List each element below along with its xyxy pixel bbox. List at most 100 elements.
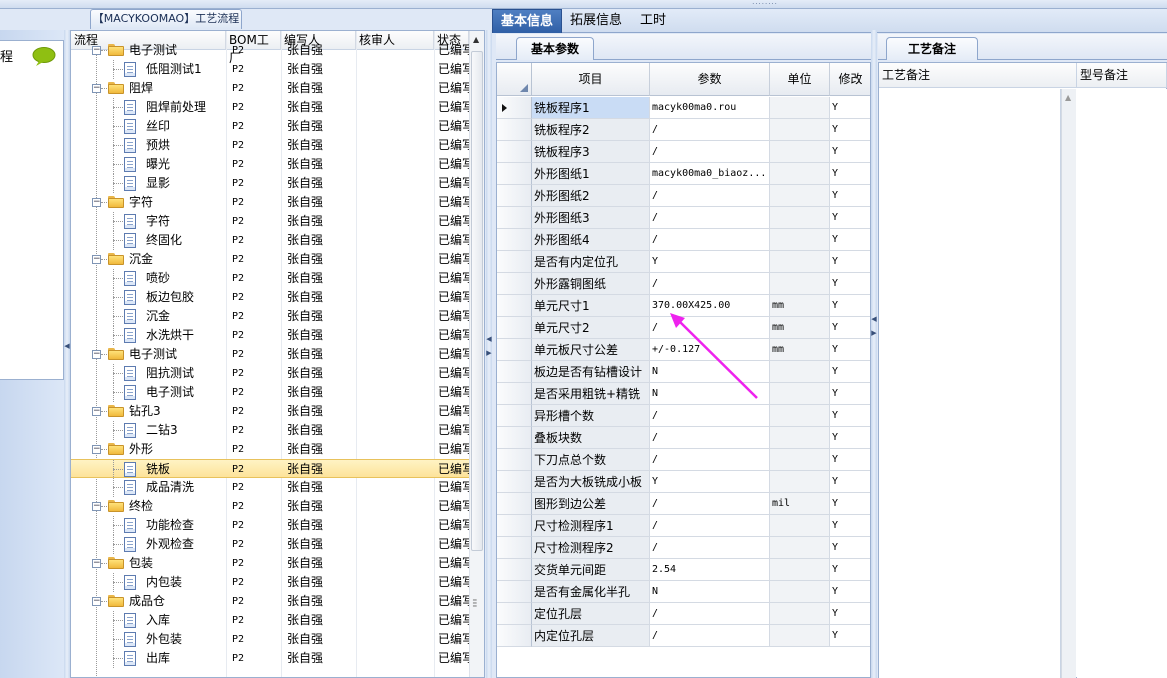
param-modify-cell[interactable]: Y xyxy=(830,163,870,185)
row-header[interactable] xyxy=(497,317,532,339)
param-modify-cell[interactable]: Y xyxy=(830,141,870,163)
param-item-cell[interactable]: 图形到边公差 xyxy=(532,493,650,515)
param-value-cell[interactable]: macyk00ma0.rou xyxy=(650,97,770,119)
param-item-cell[interactable]: 单元板尺寸公差 xyxy=(532,339,650,361)
param-value-cell[interactable]: macyk00ma0_biaoz... xyxy=(650,163,770,185)
param-modify-cell[interactable]: Y xyxy=(830,471,870,493)
param-item-cell[interactable]: 是否采用粗铣+精铣 xyxy=(532,383,650,405)
process-notes-textarea[interactable] xyxy=(879,89,1061,678)
param-value-cell[interactable]: / xyxy=(650,493,770,515)
expand-toggle-icon[interactable]: − xyxy=(92,84,101,93)
param-item-cell[interactable]: 尺寸检测程序2 xyxy=(532,537,650,559)
row-header[interactable] xyxy=(497,625,532,647)
param-item-cell[interactable]: 外形露铜图纸 xyxy=(532,273,650,295)
param-modify-cell[interactable]: Y xyxy=(830,559,870,581)
param-modify-cell[interactable]: Y xyxy=(830,581,870,603)
param-value-cell[interactable]: / xyxy=(650,449,770,471)
param-value-cell[interactable]: / xyxy=(650,625,770,647)
param-value-cell[interactable]: 2.54 xyxy=(650,559,770,581)
splitter-grip[interactable]: ········ xyxy=(740,1,790,8)
param-value-cell[interactable]: / xyxy=(650,141,770,163)
tree-row[interactable]: 功能检查 P2 张自强 已编写 xyxy=(71,516,469,535)
tree-row[interactable]: 二钻3 P2 张自强 已编写 xyxy=(71,421,469,440)
tree-row[interactable]: 铣板 P2 张自强 已编写 xyxy=(71,459,469,479)
param-item-cell[interactable]: 交货单元间距 xyxy=(532,559,650,581)
param-unit-cell[interactable] xyxy=(770,449,830,471)
param-column-header[interactable]: 单位 xyxy=(770,63,830,96)
param-unit-cell[interactable] xyxy=(770,603,830,625)
tree-row[interactable]: − 成品仓 P2 张自强 已编写 xyxy=(71,592,469,611)
param-column-header[interactable]: 修改 xyxy=(830,63,870,96)
scroll-up-icon[interactable]: ▲ xyxy=(1065,93,1071,102)
param-value-cell[interactable]: 370.00X425.00 xyxy=(650,295,770,317)
expand-toggle-icon[interactable]: − xyxy=(92,445,101,454)
tab-work-hours[interactable]: 工时 xyxy=(632,9,674,33)
param-unit-cell[interactable] xyxy=(770,581,830,603)
param-modify-cell[interactable]: Y xyxy=(830,295,870,317)
row-header[interactable] xyxy=(497,383,532,405)
param-value-cell[interactable]: +/-0.127 xyxy=(650,339,770,361)
param-item-cell[interactable]: 铣板程序2 xyxy=(532,119,650,141)
tab-process-notes[interactable]: 工艺备注 xyxy=(886,37,978,60)
row-header[interactable] xyxy=(497,119,532,141)
param-unit-cell[interactable] xyxy=(770,515,830,537)
param-unit-cell[interactable] xyxy=(770,251,830,273)
param-modify-cell[interactable]: Y xyxy=(830,537,870,559)
param-value-cell[interactable]: / xyxy=(650,603,770,625)
param-value-cell[interactable]: / xyxy=(650,207,770,229)
param-item-cell[interactable]: 单元尺寸2 xyxy=(532,317,650,339)
param-unit-cell[interactable]: mm xyxy=(770,295,830,317)
row-header[interactable] xyxy=(497,361,532,383)
row-header[interactable] xyxy=(497,141,532,163)
tree-row[interactable]: 电子测试 P2 张自强 已编写 xyxy=(71,383,469,402)
tree-row[interactable]: 水洗烘干 P2 张自强 已编写 xyxy=(71,326,469,345)
tree-row[interactable]: − 字符 P2 张自强 已编写 xyxy=(71,193,469,212)
param-modify-cell[interactable]: Y xyxy=(830,119,870,141)
param-unit-cell[interactable] xyxy=(770,97,830,119)
right-splitter[interactable]: ◀ ▶ xyxy=(871,30,877,678)
param-value-cell[interactable]: N xyxy=(650,361,770,383)
param-unit-cell[interactable] xyxy=(770,119,830,141)
param-modify-cell[interactable]: Y xyxy=(830,361,870,383)
param-modify-cell[interactable]: Y xyxy=(830,185,870,207)
param-modify-cell[interactable]: Y xyxy=(830,493,870,515)
tree-row[interactable]: 外观检查 P2 张自强 已编写 xyxy=(71,535,469,554)
param-value-cell[interactable]: / xyxy=(650,405,770,427)
param-unit-cell[interactable] xyxy=(770,537,830,559)
param-unit-cell[interactable] xyxy=(770,405,830,427)
param-unit-cell[interactable] xyxy=(770,273,830,295)
expand-toggle-icon[interactable]: − xyxy=(92,198,101,207)
param-modify-cell[interactable]: Y xyxy=(830,383,870,405)
row-header[interactable] xyxy=(497,427,532,449)
param-unit-cell[interactable]: mm xyxy=(770,317,830,339)
tree-row[interactable]: − 电子测试 P2 张自强 已编写 xyxy=(71,345,469,364)
tree-row[interactable]: − 电子测试 P2 张自强 已编写 xyxy=(71,41,469,60)
row-header[interactable] xyxy=(497,405,532,427)
row-header[interactable] xyxy=(497,295,532,317)
param-modify-cell[interactable]: Y xyxy=(830,273,870,295)
param-modify-cell[interactable]: Y xyxy=(830,515,870,537)
param-item-cell[interactable]: 板边是否有钻槽设计 xyxy=(532,361,650,383)
row-header[interactable] xyxy=(497,185,532,207)
expand-toggle-icon[interactable]: − xyxy=(92,46,101,55)
expand-toggle-icon[interactable]: − xyxy=(92,597,101,606)
param-unit-cell[interactable] xyxy=(770,207,830,229)
tree-row[interactable]: − 外形 P2 张自强 已编写 xyxy=(71,440,469,459)
param-item-cell[interactable]: 内定位孔层 xyxy=(532,625,650,647)
param-column-header[interactable]: 参数 xyxy=(650,63,770,96)
row-header[interactable] xyxy=(497,251,532,273)
row-header[interactable] xyxy=(497,273,532,295)
param-item-cell[interactable]: 外形图纸4 xyxy=(532,229,650,251)
tree-row[interactable]: 沉金 P2 张自强 已编写 xyxy=(71,307,469,326)
left-nav-label[interactable]: 程 xyxy=(0,46,13,65)
param-modify-cell[interactable]: Y xyxy=(830,339,870,361)
row-header[interactable] xyxy=(497,97,532,119)
tree-row[interactable]: 阻抗测试 P2 张自强 已编写 xyxy=(71,364,469,383)
param-unit-cell[interactable] xyxy=(770,141,830,163)
chat-bubble-icon[interactable] xyxy=(32,47,56,67)
param-unit-cell[interactable] xyxy=(770,427,830,449)
param-item-cell[interactable]: 外形图纸1 xyxy=(532,163,650,185)
row-header[interactable] xyxy=(497,603,532,625)
param-unit-cell[interactable] xyxy=(770,383,830,405)
row-header[interactable] xyxy=(497,163,532,185)
